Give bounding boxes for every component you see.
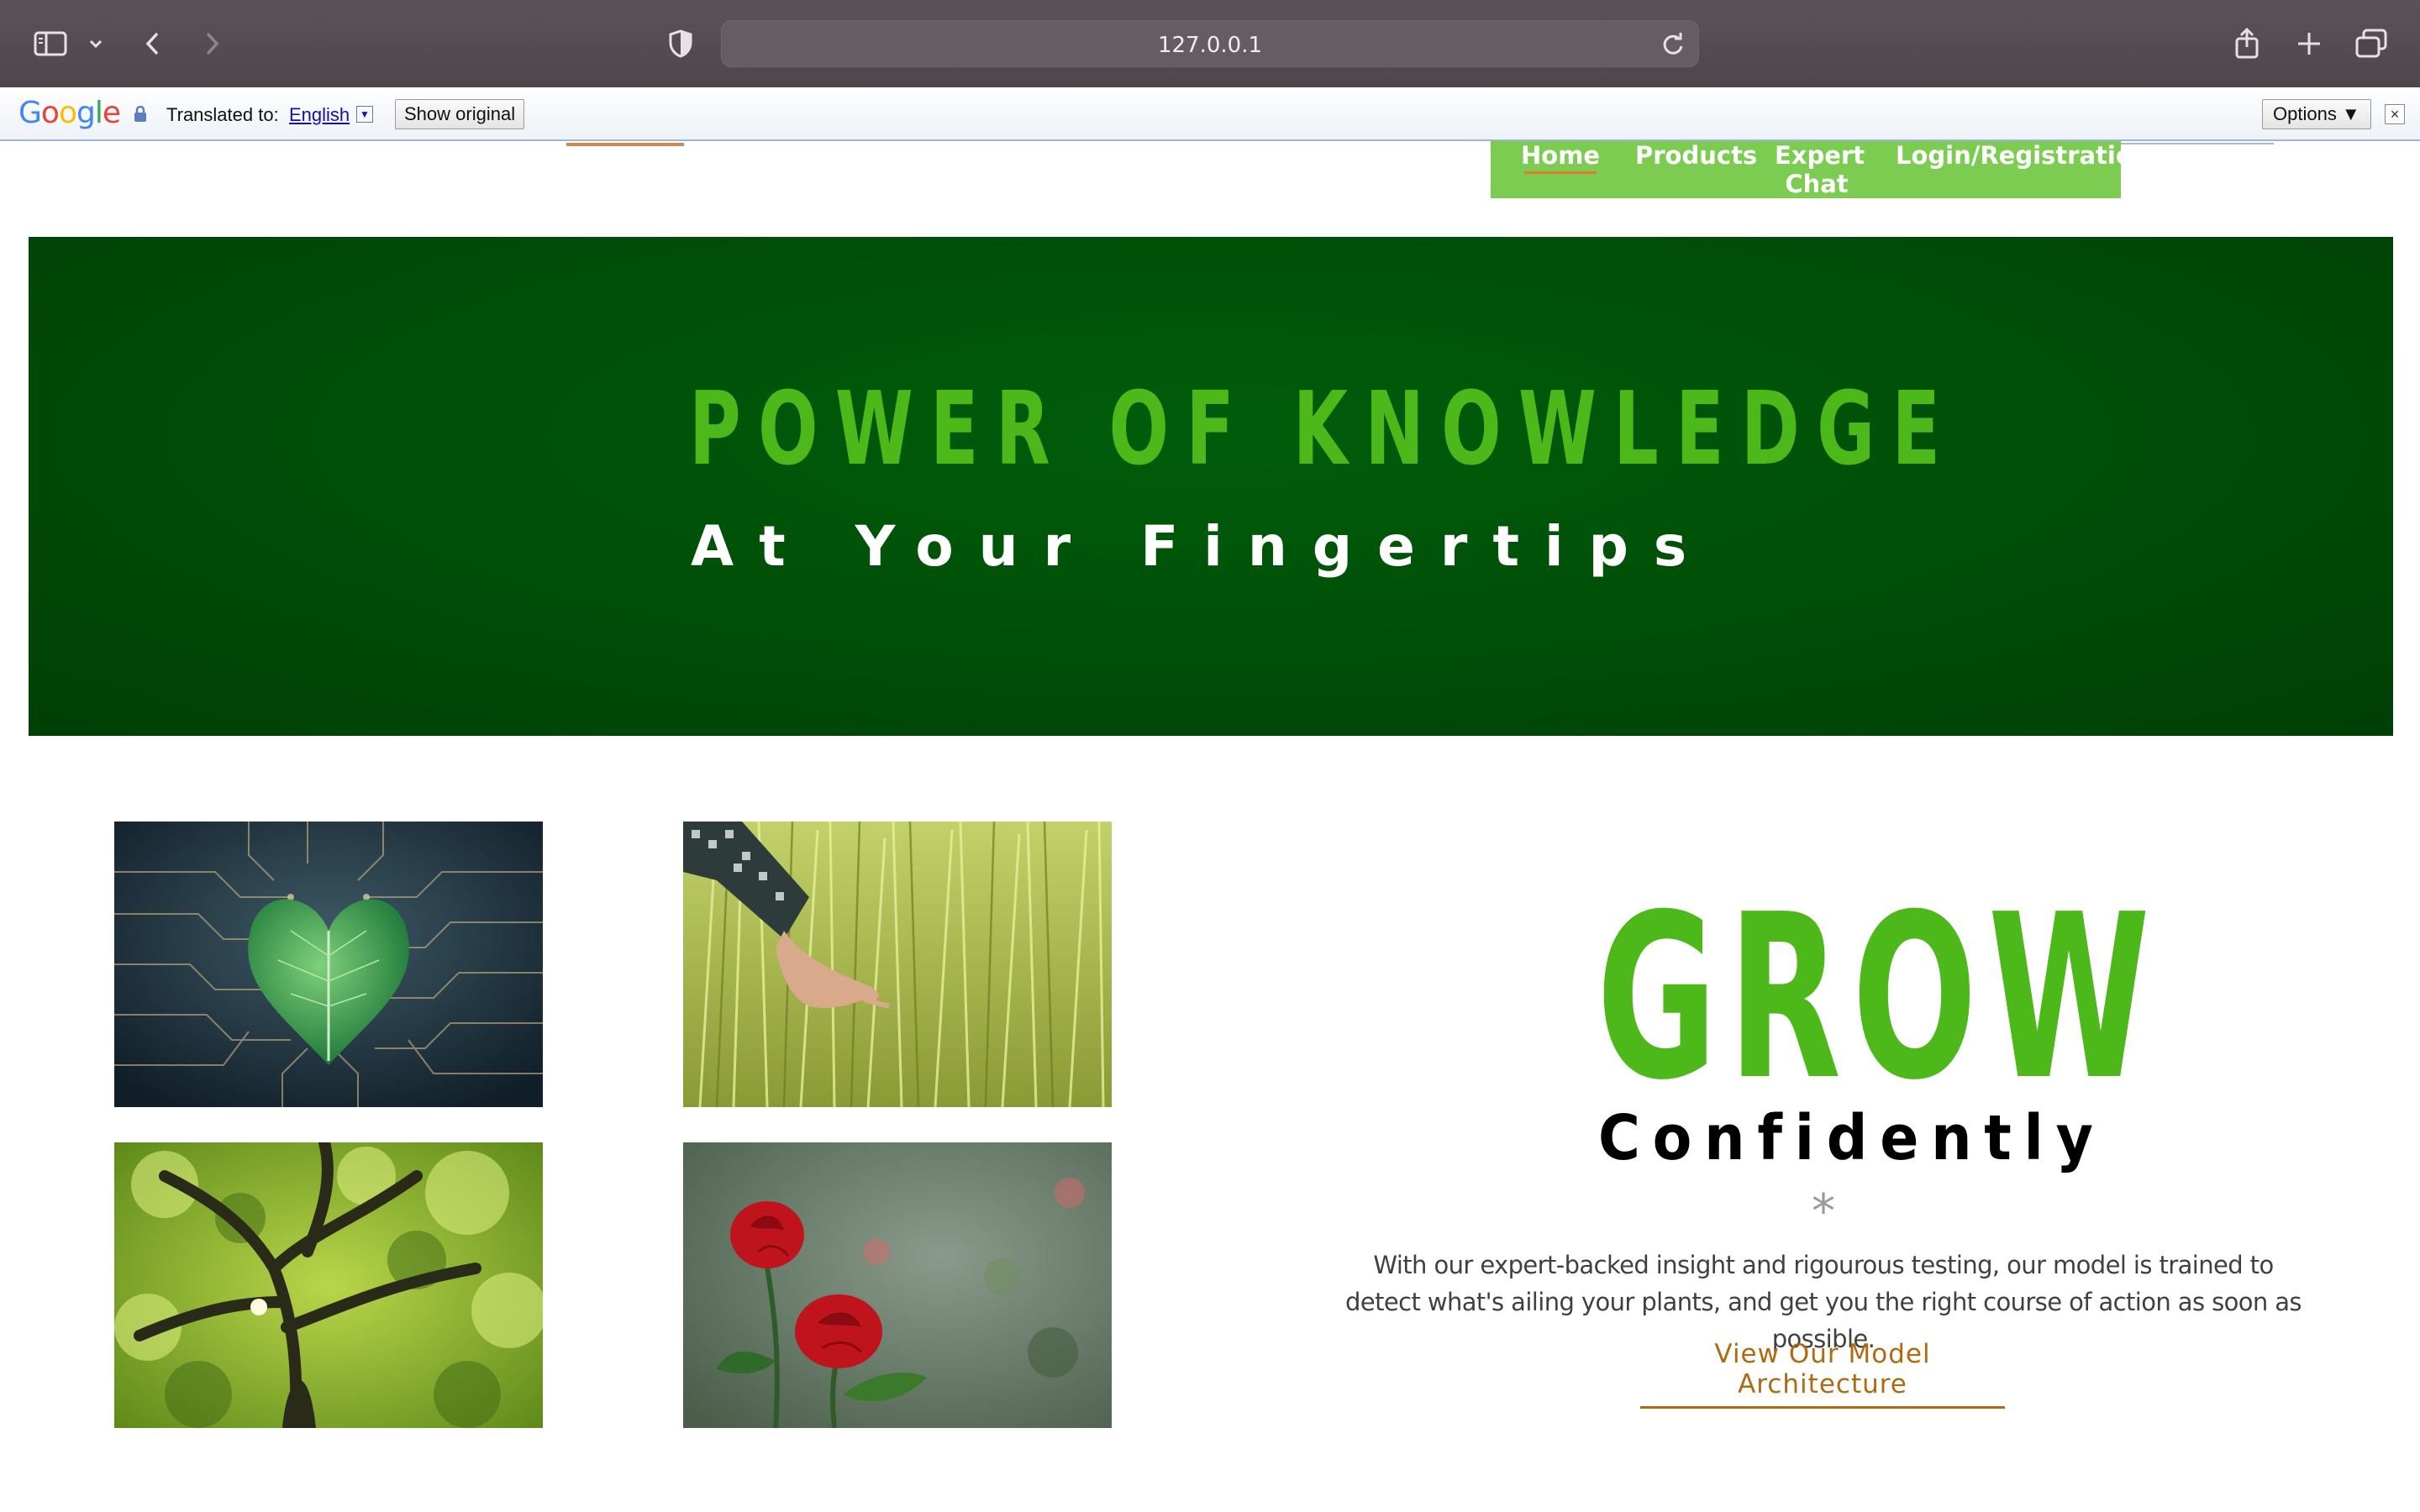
nav-item-home[interactable]: Home [1521, 141, 1600, 174]
view-model-architecture-link[interactable]: View Our Model Architecture [1640, 1339, 2005, 1409]
sidebar-toggle-icon[interactable] [30, 22, 71, 66]
show-original-button[interactable]: Show original [395, 99, 525, 129]
rice-field-hand-image [683, 822, 1112, 1107]
address-bar[interactable]: 127.0.0.1 [721, 20, 1699, 67]
hero-subtitle: At Your Fingertips [691, 514, 1712, 579]
forward-arrow-icon[interactable] [195, 22, 229, 66]
site-nav: Home Products Expert Chat Login/Registra… [1491, 141, 2149, 198]
logo-underline [566, 143, 684, 146]
tree-canopy-image [114, 1142, 543, 1428]
chevron-down-icon[interactable] [84, 22, 108, 66]
asterisk-divider: * [1812, 1184, 1835, 1239]
nav-item-products[interactable]: Products [1635, 141, 1757, 170]
circuit-leaf-image [114, 822, 543, 1107]
target-language-link[interactable]: English [289, 104, 350, 126]
grow-subheading: Confidently [1598, 1102, 2106, 1174]
reload-icon[interactable] [1660, 31, 1686, 58]
tab-overview-icon[interactable] [2353, 22, 2390, 66]
close-icon[interactable]: × [2385, 104, 2405, 124]
nav-item-login-registration[interactable]: Login/Registration [1896, 141, 2149, 170]
grow-heading: GROW [1597, 865, 2161, 1130]
browser-toolbar: 127.0.0.1 [0, 0, 2420, 87]
translated-to-label: Translated to: [166, 104, 279, 125]
back-arrow-icon[interactable] [136, 22, 170, 66]
hero-title: POWER OF KNOWLEDGE [689, 371, 1958, 488]
lock-icon [133, 105, 148, 123]
share-icon[interactable] [2230, 22, 2264, 66]
translate-bar: Google Translated to: English ▼ Show ori… [0, 87, 2420, 141]
nav-item-expert-chat[interactable]: Expert Chat [1775, 141, 1865, 198]
language-dropdown-icon[interactable]: ▼ [356, 106, 373, 123]
url-text: 127.0.0.1 [1157, 33, 1263, 58]
google-logo: Google [18, 96, 121, 130]
translate-options-button[interactable]: Options ▼ [2262, 99, 2371, 129]
new-tab-plus-icon[interactable] [2292, 22, 2326, 66]
privacy-shield-icon[interactable] [664, 22, 697, 66]
hero-banner: POWER OF KNOWLEDGE At Your Fingertips [29, 237, 2393, 736]
red-roses-image [683, 1142, 1112, 1428]
